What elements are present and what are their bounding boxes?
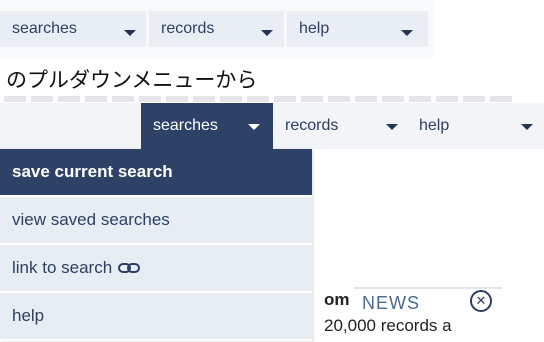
dropdown-item-link-to-search[interactable]: link to search: [0, 245, 312, 293]
menu-help-label: help: [419, 117, 450, 134]
link-icon: [118, 263, 141, 273]
dropdown-item-label: help: [12, 306, 45, 325]
caret-down-icon: [248, 124, 260, 130]
menu-help[interactable]: help: [407, 103, 544, 149]
top-menu-help[interactable]: help: [287, 11, 428, 47]
searches-dropdown: save current search view saved searches …: [0, 149, 312, 341]
menu-records[interactable]: records: [273, 103, 407, 149]
dropdown-item-save-current-search[interactable]: save current search: [0, 149, 312, 197]
decorative-divider: [0, 96, 544, 102]
top-menu-searches-label: searches: [12, 20, 77, 37]
caret-down-icon: [386, 124, 398, 130]
dropdown-item-label: link to search: [12, 258, 113, 277]
top-menu-searches[interactable]: searches: [0, 11, 146, 47]
menu-records-label: records: [285, 117, 339, 134]
caret-down-icon: [124, 30, 136, 36]
caret-down-icon: [401, 30, 413, 36]
top-menubar: searches records help: [0, 0, 434, 58]
menu-searches[interactable]: searches: [141, 103, 273, 149]
main-menubar: searches records help: [0, 103, 544, 149]
top-menu-help-label: help: [299, 20, 330, 37]
top-menu-records-label: records: [161, 20, 215, 37]
close-icon[interactable]: ✕: [470, 290, 492, 312]
dropdown-item-label: view saved searches: [12, 210, 170, 229]
news-title: NEWS: [362, 292, 420, 313]
news-partial-text: 20,000 records a: [324, 316, 452, 335]
menu-searches-label: searches: [153, 117, 218, 134]
caret-down-icon: [261, 30, 273, 36]
dropdown-item-help[interactable]: help: [0, 293, 312, 341]
caret-down-icon: [521, 124, 533, 130]
dropdown-item-label: save current search: [12, 162, 173, 181]
top-menu-records[interactable]: records: [149, 11, 284, 47]
dropdown-item-view-saved-searches[interactable]: view saved searches: [0, 197, 312, 245]
caption-text: のプルダウンメニューから: [6, 68, 258, 92]
